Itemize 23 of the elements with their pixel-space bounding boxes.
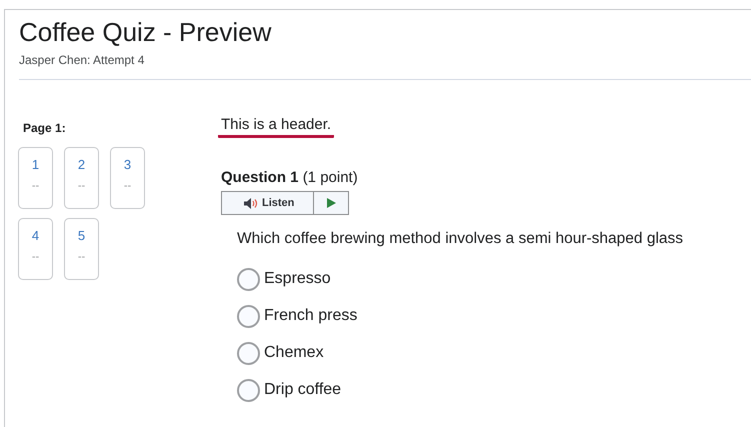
question-tile[interactable]: 5 -- [64, 218, 99, 280]
radio-button[interactable] [237, 304, 260, 328]
attempt-subtitle: Jasper Chen: Attempt 4 [19, 52, 146, 69]
option-label: French press [264, 306, 358, 326]
option-label: Chemex [264, 343, 324, 364]
option-label: Espresso [264, 269, 331, 290]
speaker-icon [244, 198, 259, 208]
radio-button[interactable] [237, 342, 260, 365]
question-title: Question 1 [221, 169, 299, 186]
section-header: This is a header. [218, 116, 334, 138]
page-label: Page 1: [23, 120, 67, 137]
question-tile[interactable]: 2 -- [64, 147, 99, 209]
listen-button[interactable]: Listen [222, 192, 314, 214]
question-tile[interactable]: 4 -- [18, 218, 53, 280]
question-tile[interactable]: 1 -- [18, 147, 53, 209]
question-tile[interactable]: 3 -- [110, 147, 145, 209]
option-label: Drip coffee [264, 380, 342, 400]
question-points: (1 point) [302, 169, 358, 186]
play-icon [326, 198, 336, 208]
radio-button[interactable] [237, 378, 260, 402]
question-text: Which coffee brewing method involves a semi hour-shaped glass [237, 229, 684, 249]
page-title: Coffee Quiz - Preview [19, 16, 272, 48]
radio-button[interactable] [237, 268, 260, 291]
